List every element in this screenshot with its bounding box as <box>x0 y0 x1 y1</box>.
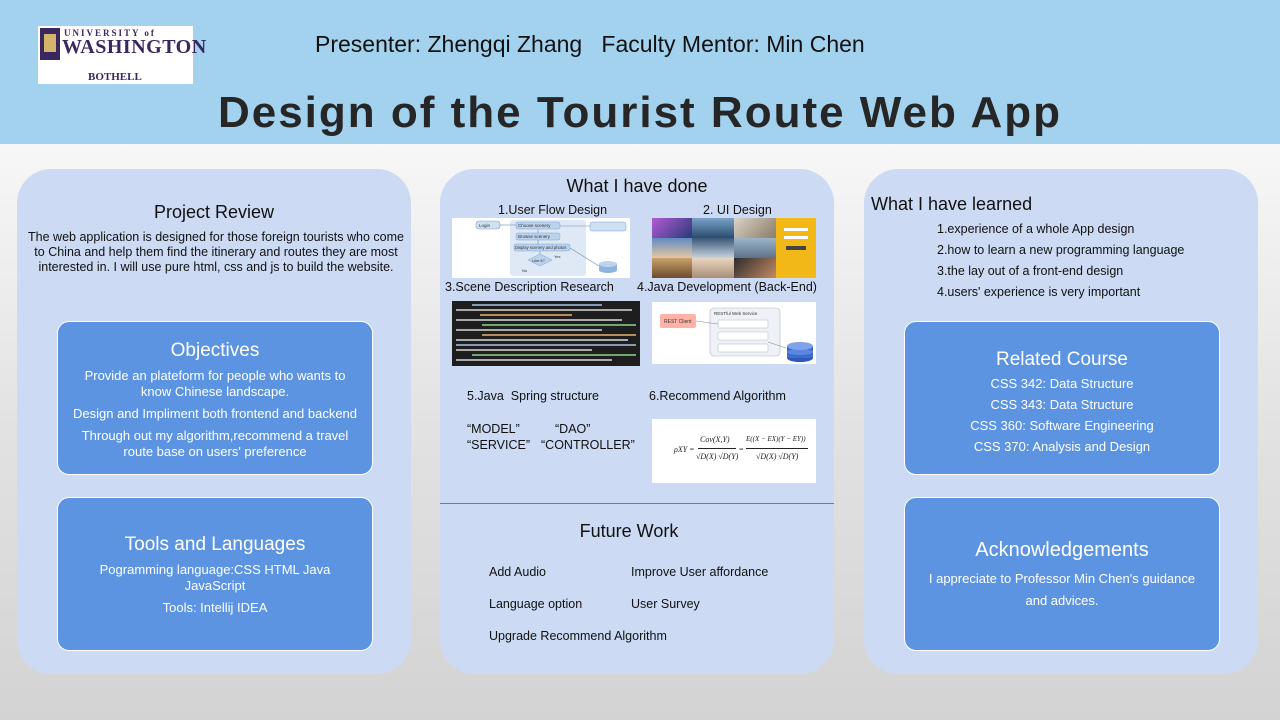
ui-thumb <box>734 238 776 258</box>
rest-architecture-diagram: REST Client RESTful Web Service <box>652 302 816 364</box>
user-flow-label: 1.User Flow Design <box>498 203 608 217</box>
formula-eq: = <box>739 445 744 454</box>
objectives-heading: Objectives <box>170 340 260 361</box>
acknowledgements-body: I appreciate to Professor Min Chen's gui… <box>928 571 1196 608</box>
future-work-heading: Future Work <box>579 521 679 541</box>
spring-model: “MODEL” <box>467 422 520 436</box>
crest-icon <box>40 28 60 60</box>
future-item: Language option <box>489 597 583 611</box>
learned-item: 4.users' experience is very important <box>937 285 1141 299</box>
learned-item: 2.how to learn a new programming languag… <box>937 243 1185 257</box>
project-review-body: The web application is designed for thos… <box>28 230 404 274</box>
rest-svg: REST Client RESTful Web Service <box>660 307 813 362</box>
related-course-box: Related Course CSS 342: Data Structure C… <box>904 321 1220 475</box>
project-review-heading: Project Review <box>153 202 275 222</box>
acknowledgements-heading: Acknowledgements <box>975 539 1149 561</box>
spring-dao: “DAO” <box>555 422 591 436</box>
rest-service-text: RESTful Web Service <box>714 311 758 316</box>
ui-thumb <box>692 258 734 278</box>
objective-item: Provide an plateform for people who want… <box>84 368 346 399</box>
formula-bar2 <box>746 448 808 449</box>
spring-controller: “CONTROLLER” <box>541 438 635 452</box>
poster-title: Design of the Tourist Route Web App <box>217 88 1063 137</box>
rest-client-text: REST Client <box>664 319 692 325</box>
ui-thumb <box>652 238 692 258</box>
ui-thumb <box>652 218 692 238</box>
diagram-browse: Browse scenery <box>518 234 551 239</box>
formula-bar1 <box>698 448 736 449</box>
logo-line3: BOTHELL <box>88 71 142 83</box>
course-item: CSS 343: Data Structure <box>990 397 1134 412</box>
formula-den2: √D(X) √D(Y) <box>756 452 799 461</box>
objectives-box: Objectives Provide an plateform for peop… <box>57 321 373 475</box>
ui-thumb <box>734 218 776 238</box>
diagram-yes: Yes <box>554 254 561 259</box>
ui-thumb <box>692 218 734 238</box>
formula-lhs: ρXY = <box>674 445 695 454</box>
code-lines-svg <box>456 304 636 361</box>
learned-heading: What I have learned <box>871 194 1033 214</box>
diagram-choose: Choose scenery <box>518 223 551 228</box>
diagram-login: Login <box>479 223 491 228</box>
future-item: Upgrade Recommend Algorithm <box>489 629 667 643</box>
diagram-no: No <box>522 268 528 273</box>
formula-den1: √D(X) √D(Y) <box>696 452 739 461</box>
ui-yellow-panel <box>776 218 816 278</box>
tools-item: Pogramming language:CSS HTML Java JavaSc… <box>99 562 331 593</box>
middle-divider <box>440 503 834 504</box>
objective-item: Through out my algorithm,recommend a tra… <box>81 428 349 459</box>
ui-thumb <box>652 258 692 278</box>
logo-line2: WASHINGTON <box>62 36 207 58</box>
course-item: CSS 360: Software Engineering <box>970 418 1154 433</box>
ui-design-collage <box>652 218 816 278</box>
java-dev-label: 4.Java Development (Back-End) <box>637 280 817 294</box>
uw-bothell-logo: UNIVERSITY of WASHINGTON BOTHELL <box>38 26 206 84</box>
ui-design-label: 2. UI Design <box>703 203 772 217</box>
user-flow-diagram: Login Choose scenery Browse scenery Disp… <box>452 218 630 278</box>
user-flow-svg: Login Choose scenery Browse scenery Disp… <box>475 220 627 276</box>
what-i-have-done-heading: What I have done <box>566 176 708 196</box>
formula-num2: E((X − EX)(Y − EY)) <box>746 435 806 443</box>
ui-thumb <box>692 238 734 258</box>
spring-service: “SERVICE” <box>467 438 530 452</box>
diagram-display: Display scenery and photos <box>515 245 566 250</box>
spring-label: 5.Java Spring structure <box>467 389 600 403</box>
course-item: CSS 370: Analysis and Design <box>973 439 1151 454</box>
course-item: CSS 342: Data Structure <box>990 376 1134 391</box>
ui-thumb <box>734 258 776 278</box>
future-item: Add Audio <box>489 565 546 579</box>
related-course-heading: Related Course <box>995 349 1129 370</box>
recommend-label: 6.Recommend Algorithm <box>649 389 786 403</box>
code-screenshot <box>452 301 640 366</box>
presenter-line: Presenter: Zhengqi Zhang Faculty Mentor:… <box>315 31 865 57</box>
poster-header: UNIVERSITY of WASHINGTON BOTHELL Present… <box>0 0 1280 144</box>
correlation-formula: ρXY = Cov(X,Y) √D(X) √D(Y) = E((X − EX)(… <box>652 419 816 483</box>
diagram-like: Like it? <box>532 258 545 263</box>
acknowledgements-box: Acknowledgements I appreciate to Profess… <box>904 497 1220 651</box>
tools-item: Tools: Intellij IDEA <box>162 600 268 615</box>
learned-item: 1.experience of a whole App design <box>937 222 1135 236</box>
objective-item: Design and Impliment both frontend and b… <box>72 406 358 421</box>
future-item: Improve User affordance <box>631 565 769 579</box>
future-item: User Survey <box>631 597 700 611</box>
tools-heading: Tools and Languages <box>124 534 306 555</box>
scene-research-label: 3.Scene Description Research <box>445 280 614 294</box>
formula-num1: Cov(X,Y) <box>700 435 730 444</box>
tools-box: Tools and Languages Pogramming language:… <box>57 497 373 651</box>
learned-item: 3.the lay out of a front-end design <box>937 264 1124 278</box>
